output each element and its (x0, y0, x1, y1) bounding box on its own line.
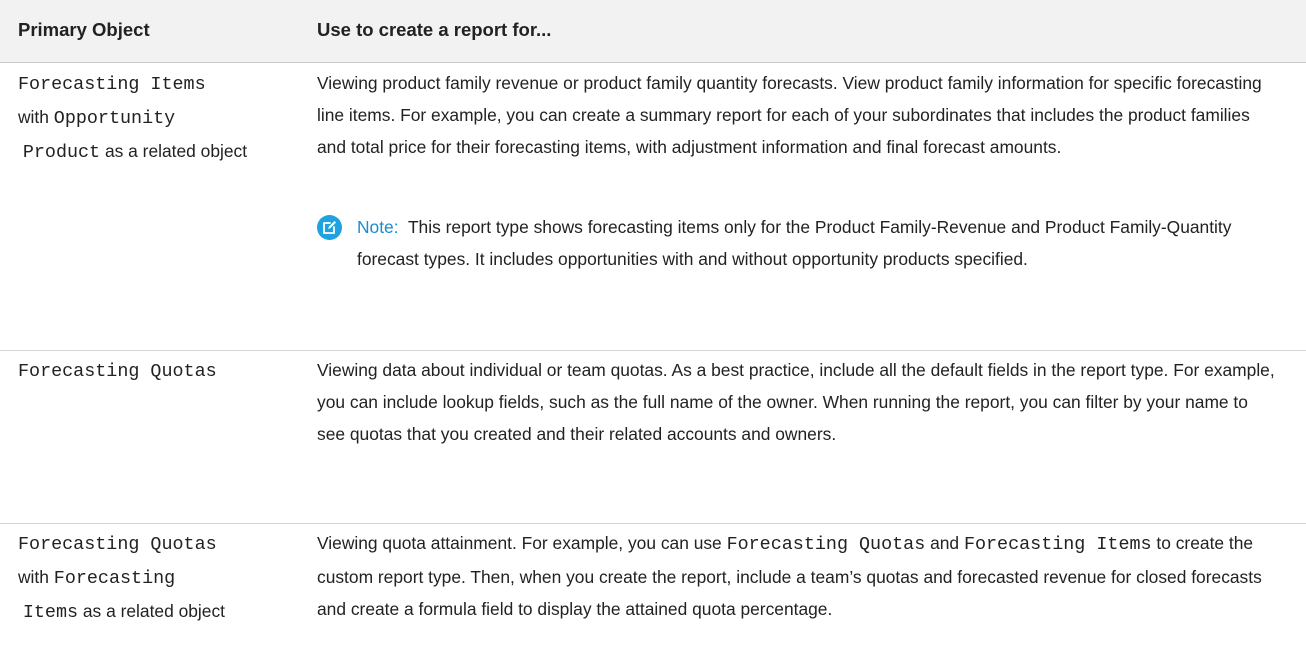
note-text: This report type shows forecasting items… (357, 217, 1232, 269)
primary-object-cell: Forecasting Quotas (18, 354, 308, 388)
object-name: Forecasting (53, 568, 176, 589)
object-name: Opportunity (53, 108, 176, 129)
edit-note-icon (317, 215, 342, 240)
object-name: Forecasting Items (963, 534, 1152, 555)
object-name: Forecasting Quotas (18, 361, 217, 382)
note-label: Note: (357, 217, 399, 237)
table-header-row: Primary Object Use to create a report fo… (0, 0, 1306, 63)
description-cell: Viewing data about individual or team qu… (317, 360, 1275, 444)
connector-text: as a related object (104, 141, 248, 161)
object-name: Forecasting Quotas (18, 534, 217, 555)
object-name: Product (22, 142, 101, 163)
table-row: Forecasting Quotas with Forecasting Item… (0, 524, 1306, 651)
object-name: Items (22, 602, 79, 623)
connector-text: as a related object (82, 601, 225, 621)
table-row: Forecasting Quotas Viewing data about in… (0, 351, 1306, 524)
object-name: Forecasting Items (18, 74, 206, 95)
connector-text: with (18, 567, 49, 587)
description-cell: Viewing quota attainment. For example, y… (317, 527, 1277, 625)
primary-object-cell: Forecasting Items with Opportunity Produ… (18, 67, 308, 169)
note-body: Note: This report type shows forecasting… (357, 211, 1277, 275)
table-row: Forecasting Items with Opportunity Produ… (0, 63, 1306, 351)
primary-object-cell: Forecasting Quotas with Forecasting Item… (18, 527, 308, 629)
header-use-for: Use to create a report for... (317, 19, 552, 40)
object-name: Forecasting Quotas (726, 534, 926, 555)
description-text: and (930, 533, 960, 553)
description-cell: Viewing product family revenue or produc… (317, 73, 1262, 157)
description-text: Viewing quota attainment. For example, y… (317, 533, 722, 553)
connector-text: with (18, 107, 49, 127)
header-primary-object: Primary Object (18, 19, 150, 40)
